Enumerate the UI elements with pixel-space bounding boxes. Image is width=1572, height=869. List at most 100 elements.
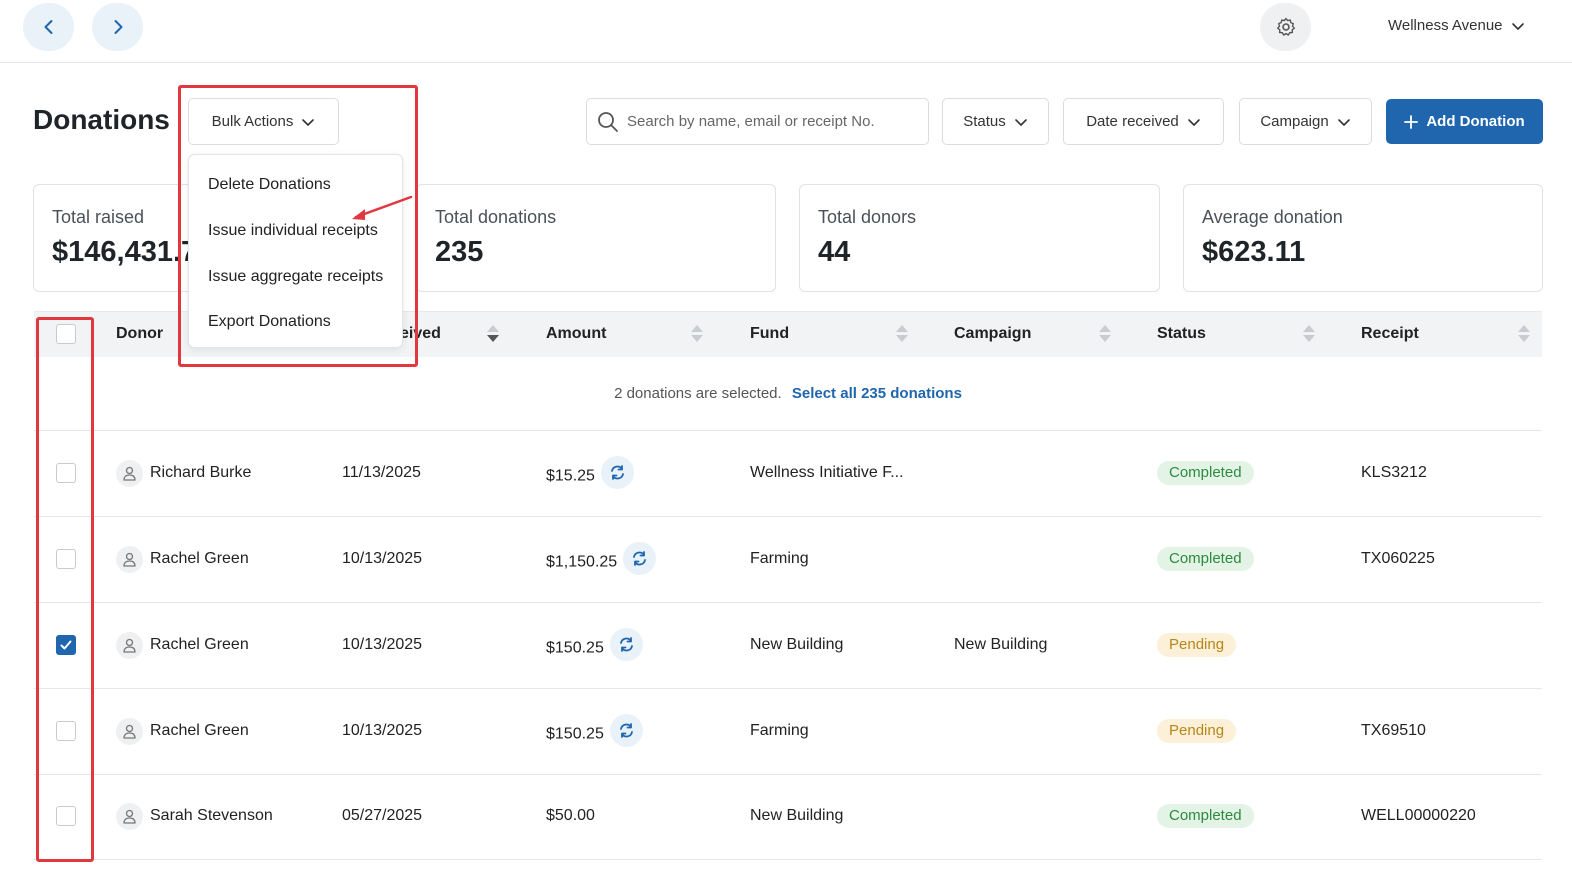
annotation-highlight-checkboxes <box>36 317 94 862</box>
sort-status-icon[interactable] <box>1303 325 1315 345</box>
person-icon <box>123 809 136 824</box>
amount: $1,150.25 <box>546 553 618 571</box>
stat-value: 235 <box>435 236 484 268</box>
stat-value: $623.11 <box>1202 236 1306 268</box>
donor-name[interactable]: Richard Burke <box>150 464 251 482</box>
donor-name[interactable]: Rachel Green <box>150 722 249 740</box>
search-icon <box>598 111 618 132</box>
recurring-icon <box>633 551 647 566</box>
settings-button[interactable] <box>1260 3 1311 51</box>
amount-cell: $150.25 <box>546 628 643 661</box>
avatar <box>116 632 143 659</box>
org-name: Wellness Avenue <box>1388 17 1503 34</box>
receipt-number: TX060225 <box>1361 550 1435 567</box>
amount: $50.00 <box>546 807 595 824</box>
table-row[interactable]: Richard Burke 11/13/2025 $15.25 Wellness In… <box>34 431 1542 517</box>
table-row[interactable]: Sarah Stevenson 05/27/2025 $50.00 New Build… <box>34 774 1542 860</box>
fund: Wellness Initiative F... <box>750 464 904 481</box>
amount-cell: $15.25 <box>546 456 634 489</box>
recurring-icon <box>619 723 633 738</box>
status-badge: Pending <box>1157 633 1237 657</box>
stat-label: Average donation <box>1202 207 1343 227</box>
amount-cell: $150.25 <box>546 714 643 747</box>
campaign: New Building <box>954 636 1048 653</box>
plus-icon <box>1404 114 1419 129</box>
donor-name[interactable]: Rachel Green <box>150 550 249 568</box>
stat-card-total-donations: Total donations 235 <box>416 184 776 292</box>
amount-cell: $50.00 <box>546 807 595 825</box>
select-all-link[interactable]: Select all 235 donations <box>792 385 962 402</box>
recurring-badge <box>609 628 643 661</box>
fund: Farming <box>750 550 809 567</box>
chevron-down-icon <box>1014 118 1027 126</box>
donor-name[interactable]: Sarah Stevenson <box>150 807 273 825</box>
avatar <box>116 546 143 573</box>
selection-banner: 2 donations are selected. Select all 235… <box>34 357 1542 431</box>
status-filter[interactable]: Status <box>942 98 1049 145</box>
chevron-down-icon <box>1511 22 1524 30</box>
amount: $150.25 <box>546 639 604 657</box>
person-icon <box>123 638 136 653</box>
column-donor[interactable]: Donor <box>116 325 163 343</box>
avatar <box>116 460 143 487</box>
stat-value: 44 <box>818 236 851 268</box>
stat-card-average-donation: Average donation $623.11 <box>1183 184 1543 292</box>
top-bar: Wellness Avenue <box>0 0 1572 63</box>
receipt-number: TX69510 <box>1361 722 1426 739</box>
avatar <box>116 803 143 830</box>
chevron-left-icon <box>44 20 52 34</box>
amount: $15.25 <box>546 467 595 485</box>
stat-label: Total donors <box>818 207 917 227</box>
date-received: 05/27/2025 <box>342 807 423 824</box>
person-icon <box>123 724 136 739</box>
table-row[interactable]: Rachel Green 10/13/2025 $150.25 Farming Pend… <box>34 689 1542 775</box>
amount-cell: $1,150.25 <box>546 542 657 575</box>
table-row[interactable]: Rachel Green 10/13/2025 $150.25 New Buildin… <box>34 603 1542 689</box>
date-received: 10/13/2025 <box>342 550 423 567</box>
back-button[interactable] <box>23 3 74 51</box>
stat-label: Total donations <box>435 207 557 227</box>
fund: New Building <box>750 807 844 824</box>
sort-date-icon[interactable] <box>487 325 499 345</box>
avatar <box>116 718 143 745</box>
annotation-arrow-icon <box>352 195 413 220</box>
date-received: 10/13/2025 <box>342 636 423 653</box>
sort-receipt-icon[interactable] <box>1518 325 1530 345</box>
fund: Farming <box>750 722 809 739</box>
donor-name[interactable]: Rachel Green <box>150 636 249 654</box>
campaign-filter-label: Campaign <box>1260 113 1329 130</box>
column-fund[interactable]: Fund <box>750 325 789 343</box>
page-title: Donations <box>33 104 170 135</box>
sort-fund-icon[interactable] <box>896 325 908 345</box>
date-received: 11/13/2025 <box>342 464 421 481</box>
org-switcher[interactable]: Wellness Avenue <box>1388 17 1525 34</box>
campaign-filter[interactable]: Campaign <box>1239 98 1372 145</box>
date-received-filter-label: Date received <box>1086 113 1179 130</box>
search-box[interactable] <box>586 98 929 145</box>
chevron-down-icon <box>1337 118 1350 126</box>
recurring-badge <box>609 714 643 747</box>
stat-card-total-donors: Total donors 44 <box>799 184 1160 292</box>
add-donation-button[interactable]: Add Donation <box>1386 99 1543 144</box>
status-filter-label: Status <box>963 113 1006 130</box>
column-amount[interactable]: Amount <box>546 325 606 343</box>
receipt-number: WELL00000220 <box>1361 807 1476 824</box>
sort-campaign-icon[interactable] <box>1099 325 1111 345</box>
column-receipt[interactable]: Receipt <box>1361 325 1419 343</box>
column-campaign[interactable]: Campaign <box>954 325 1031 343</box>
receipt-number: KLS3212 <box>1361 464 1427 481</box>
date-received-filter[interactable]: Date received <box>1063 98 1224 145</box>
recurring-icon <box>611 465 624 480</box>
forward-button[interactable] <box>92 3 143 51</box>
recurring-icon <box>619 637 633 652</box>
gear-icon <box>1276 17 1295 36</box>
amount: $150.25 <box>546 725 604 743</box>
sort-amount-icon[interactable] <box>691 325 703 345</box>
table-row[interactable]: Rachel Green 10/13/2025 $1,150.25 Farming Co… <box>34 517 1542 603</box>
person-icon <box>123 466 136 481</box>
recurring-badge <box>623 542 657 575</box>
column-status[interactable]: Status <box>1157 325 1206 343</box>
add-donation-label: Add Donation <box>1426 113 1525 130</box>
chevron-down-icon <box>1187 118 1200 126</box>
search-input[interactable] <box>627 113 917 130</box>
